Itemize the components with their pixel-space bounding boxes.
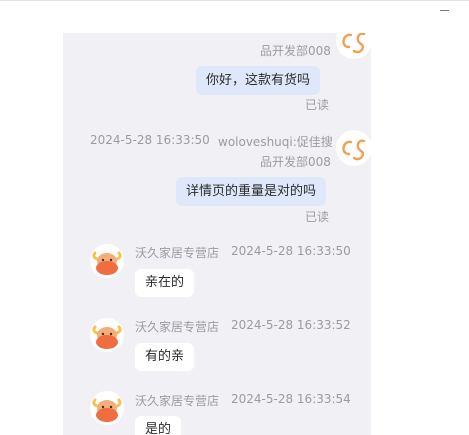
- message-bubble[interactable]: 亲在的: [135, 269, 195, 297]
- message-bubble[interactable]: 有的亲: [135, 343, 195, 371]
- message-timestamp: 2024-5-28 16:33:50: [90, 133, 210, 147]
- sender-name: 沃久家居专营店: [135, 246, 220, 260]
- minimize-icon[interactable]: [440, 10, 449, 11]
- ox-avatar-icon: [90, 391, 124, 429]
- read-status: 已读: [305, 98, 330, 112]
- message-timestamp: 2024-5-28 16:33:54: [231, 392, 351, 406]
- sender-name: 沃久家居专营店: [135, 394, 220, 408]
- chat-message-list[interactable]: 品开发部008 你好，这款有货吗 已读 2024-5-28 16:33:50 w…: [63, 33, 371, 435]
- read-status: 已读: [305, 210, 330, 224]
- message-timestamp: 2024-5-28 16:33:52: [231, 318, 351, 332]
- ox-avatar-icon: [90, 318, 124, 356]
- brand-logo-icon: [336, 130, 371, 166]
- sender-name: 品开发部008: [260, 44, 331, 58]
- ox-avatar-icon: [90, 244, 124, 282]
- sender-name: 沃久家居专营店: [135, 320, 220, 334]
- brand-logo-icon: [336, 33, 371, 59]
- sender-dept: 品开发部008: [260, 155, 331, 169]
- sender-name: woloveshuqi:促佳搜: [218, 135, 333, 149]
- window-top-border: [0, 0, 469, 1]
- message-timestamp: 2024-5-28 16:33:50: [231, 244, 351, 258]
- message-bubble[interactable]: 你好，这款有货吗: [196, 66, 321, 95]
- message-bubble[interactable]: 是的: [135, 416, 182, 435]
- message-bubble[interactable]: 详情页的重量是对的吗: [176, 177, 327, 206]
